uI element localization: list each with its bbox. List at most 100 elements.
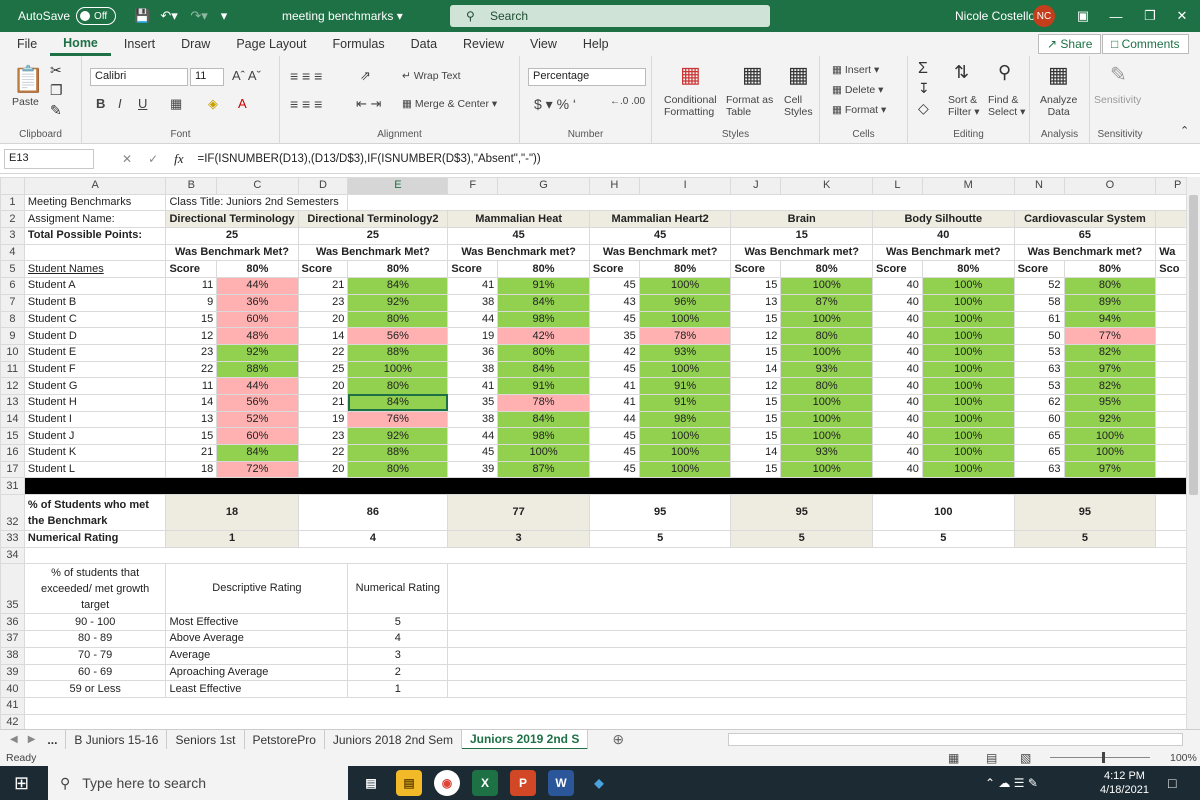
insert-cells-button[interactable]: ▦ Insert ▾ [832, 64, 879, 76]
row-header[interactable]: 13 [0, 393, 25, 412]
align-top-icon[interactable]: ≡ ≡ ≡ [290, 68, 322, 84]
cell[interactable] [23, 713, 1200, 729]
pct-header[interactable]: 80% [921, 260, 1015, 279]
add-sheet-icon[interactable]: ⊕ [612, 731, 624, 748]
assignment-header[interactable]: Brain [730, 210, 873, 229]
score-cell[interactable]: 43 [588, 293, 640, 312]
score-cell[interactable]: 63 [1013, 460, 1065, 479]
score-cell[interactable]: 22 [297, 444, 349, 462]
col-header[interactable]: O [1063, 177, 1157, 195]
bold-icon[interactable]: B [96, 96, 105, 111]
benchmark-pct-cell[interactable]: 100% [921, 277, 1015, 295]
col-header[interactable]: D [297, 177, 349, 195]
legend-num[interactable]: 4 [347, 630, 449, 648]
benchmark-pct-cell[interactable]: 72% [216, 460, 299, 479]
benchmark-pct-cell[interactable]: 100% [921, 393, 1015, 412]
horizontal-scrollbar[interactable] [728, 733, 1183, 746]
score-cell[interactable]: 60 [1013, 410, 1065, 429]
cell[interactable] [347, 193, 1200, 212]
align-left-icon[interactable]: ≡ ≡ ≡ [290, 96, 322, 112]
row-header[interactable]: 40 [0, 680, 25, 698]
student-name[interactable]: Student C [23, 310, 167, 329]
student-name[interactable]: Student B [23, 293, 167, 312]
student-name[interactable]: Student L [23, 460, 167, 479]
font-size-select[interactable]: 11 [190, 68, 224, 86]
benchmark-pct-cell[interactable]: 100% [921, 444, 1015, 462]
row-header[interactable]: 17 [0, 460, 25, 479]
total-points[interactable]: 65 [1013, 227, 1157, 245]
excel-icon[interactable]: X [472, 770, 498, 796]
pct-met-value[interactable]: 86 [297, 494, 449, 532]
score-cell[interactable]: 40 [872, 343, 923, 362]
score-cell[interactable]: 12 [730, 377, 782, 395]
score-cell[interactable]: 15 [730, 310, 782, 329]
pct-met-value[interactable]: 95 [730, 494, 873, 532]
benchmark-pct-cell[interactable]: 100% [780, 310, 873, 329]
benchmark-pct-cell[interactable]: 44% [216, 277, 299, 295]
format-as-table-button[interactable]: Format as Table [726, 94, 773, 118]
pct-met-value[interactable]: 95 [588, 494, 732, 532]
powerpoint-icon[interactable]: P [510, 770, 536, 796]
benchmark-pct-cell[interactable]: 93% [780, 444, 873, 462]
decimal-icon[interactable]: ←.0 .00 [610, 96, 645, 107]
rating-value[interactable]: 5 [1013, 530, 1157, 548]
score-cell[interactable]: 21 [165, 444, 218, 462]
row-header[interactable]: 4 [0, 243, 25, 262]
benchmark-pct-cell[interactable]: 94% [1063, 310, 1157, 329]
font-color-icon[interactable]: A [238, 96, 247, 111]
legend-desc-header[interactable]: Descriptive Rating [165, 563, 349, 615]
benchmark-pct-cell[interactable]: 92% [347, 293, 449, 312]
score-cell[interactable]: 15 [730, 427, 782, 445]
benchmark-pct-cell[interactable]: 84% [497, 360, 590, 379]
row-header[interactable]: 42 [0, 713, 25, 729]
clock[interactable]: 4:12 PM 4/18/2021 [1100, 769, 1149, 797]
col-header[interactable]: A [23, 177, 167, 195]
legend-num[interactable]: 3 [347, 646, 449, 665]
benchmark-pct-cell[interactable]: 87% [497, 460, 590, 479]
benchmark-pct-cell[interactable]: 98% [497, 310, 590, 329]
legend-num[interactable]: 2 [347, 663, 449, 682]
benchmark-pct-cell[interactable]: 100% [921, 327, 1015, 345]
row-header[interactable]: 2 [0, 210, 25, 229]
pct-met-value[interactable]: 77 [447, 494, 590, 532]
score-cell[interactable]: 61 [1013, 310, 1065, 329]
score-cell[interactable]: 20 [297, 460, 349, 479]
cell[interactable]: Student Names [23, 260, 167, 279]
student-name[interactable]: Student A [23, 277, 167, 295]
score-cell[interactable]: 38 [447, 293, 499, 312]
borders-icon[interactable]: ▦ [170, 96, 182, 112]
score-cell[interactable]: 41 [588, 377, 640, 395]
notifications-icon[interactable]: □ [1168, 775, 1176, 791]
score-cell[interactable]: 14 [730, 360, 782, 379]
benchmark-pct-cell[interactable]: 78% [497, 393, 590, 412]
tab-view[interactable]: View [517, 32, 570, 56]
score-cell[interactable]: 39 [447, 460, 499, 479]
benchmark-pct-cell[interactable]: 80% [1063, 277, 1157, 295]
close-icon[interactable]: ✕ [1166, 0, 1198, 32]
score-cell[interactable]: 40 [872, 327, 923, 345]
benchmark-pct-cell[interactable]: 44% [216, 377, 299, 395]
benchmark-pct-cell[interactable]: 98% [497, 427, 590, 445]
row-header[interactable]: 8 [0, 310, 25, 329]
col-header[interactable]: F [447, 177, 499, 195]
next-sheet-icon[interactable]: ▶ [28, 734, 36, 745]
pct-met-value[interactable]: 18 [165, 494, 299, 532]
collapse-ribbon-icon[interactable]: ⌃ [1180, 124, 1189, 137]
chrome-icon[interactable]: ◉ [434, 770, 460, 796]
score-cell[interactable]: 21 [297, 277, 349, 295]
col-header[interactable]: I [638, 177, 732, 195]
benchmark-pct-cell[interactable]: 80% [780, 377, 873, 395]
score-cell[interactable]: 65 [1013, 427, 1065, 445]
score-cell[interactable]: 35 [447, 393, 499, 412]
find-select-button[interactable]: Find & Select ▾ [988, 94, 1025, 118]
score-cell[interactable]: 42 [588, 343, 640, 362]
benchmark-pct-cell[interactable]: 48% [216, 327, 299, 345]
row-header[interactable]: 37 [0, 630, 25, 648]
redo-icon[interactable]: ↷▾ [184, 0, 214, 32]
score-cell[interactable]: 50 [1013, 327, 1065, 345]
tab-draw[interactable]: Draw [168, 32, 223, 56]
italic-icon[interactable]: I [118, 96, 122, 111]
score-cell[interactable]: 40 [872, 377, 923, 395]
score-cell[interactable]: 40 [872, 427, 923, 445]
score-cell[interactable]: 45 [588, 277, 640, 295]
